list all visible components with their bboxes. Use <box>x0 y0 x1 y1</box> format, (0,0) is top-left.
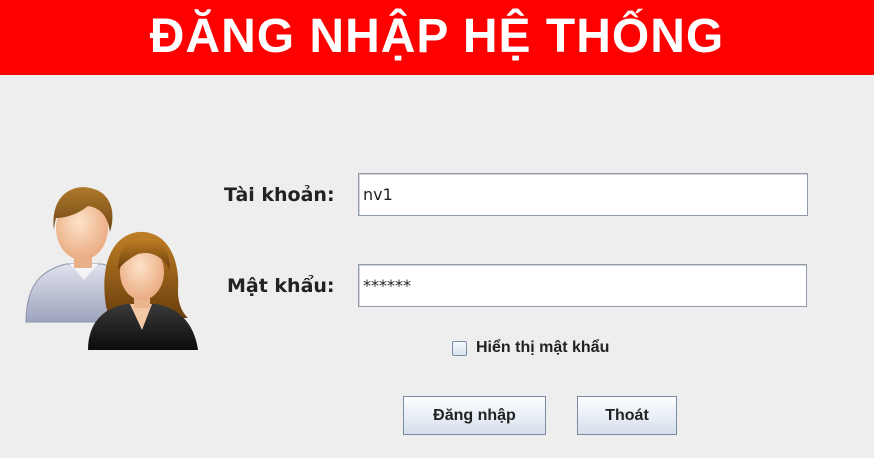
exit-button[interactable]: Thoát <box>577 396 677 435</box>
title-bar: ĐĂNG NHẬP HỆ THỐNG <box>0 0 874 75</box>
users-avatar-icon <box>25 187 198 350</box>
username-label: Tài khoản: <box>224 184 335 206</box>
show-password-label: Hiển thị mật khẩu <box>476 339 610 356</box>
show-password-toggle[interactable]: Hiển thị mật khẩu <box>452 339 609 357</box>
password-input[interactable] <box>358 264 807 307</box>
username-input[interactable] <box>358 173 808 216</box>
password-label: Mật khẩu: <box>227 275 335 297</box>
show-password-checkbox[interactable] <box>452 340 467 356</box>
page-title: ĐĂNG NHẬP HỆ THỐNG <box>149 10 725 63</box>
login-button[interactable]: Đăng nhập <box>403 396 546 435</box>
